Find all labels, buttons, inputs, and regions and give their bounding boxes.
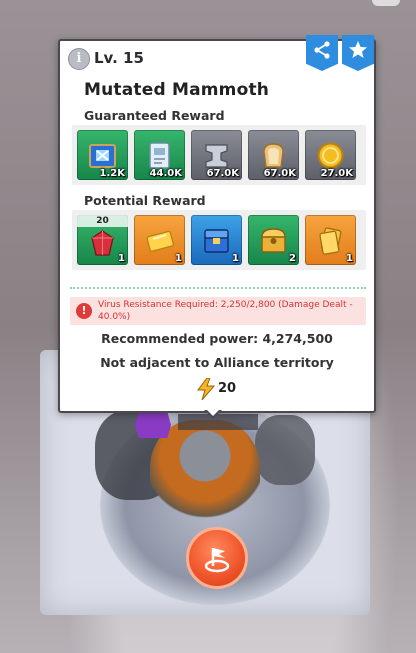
favorite-button[interactable]	[342, 35, 374, 71]
gold-coin-icon	[317, 142, 344, 169]
attack-march-button[interactable]	[186, 527, 248, 589]
monster-name: Mutated Mammoth	[84, 80, 270, 100]
reward-item[interactable]: 1	[134, 215, 185, 265]
popup-pointer-inner	[206, 409, 220, 416]
reward-item[interactable]: 67.0K	[248, 130, 299, 180]
virus-resistance-warning: ! Virus Resistance Required: 2,250/2,800…	[70, 297, 366, 325]
reward-item[interactable]: 20 1	[77, 215, 128, 265]
reward-level: 20	[77, 215, 128, 227]
reward-quantity: 1	[232, 253, 239, 264]
gold-card-stack-icon	[319, 227, 342, 255]
monster-info-popup: i Lv. 15 Mutated Mammoth Guaranteed Rewa…	[58, 35, 376, 413]
reward-quantity: 27.0K	[320, 168, 353, 179]
iron-ingot-icon	[205, 144, 228, 168]
alert-icon: !	[76, 303, 92, 319]
bread-icon	[263, 143, 284, 168]
reward-item[interactable]: 44.0K	[134, 130, 185, 180]
blue-chest-icon	[204, 229, 229, 253]
manual-book-icon	[149, 142, 170, 169]
reward-quantity: 67.0K	[206, 168, 239, 179]
share-button[interactable]	[306, 35, 338, 71]
reward-item[interactable]: 2	[248, 215, 299, 265]
reward-item[interactable]: 1	[305, 215, 356, 265]
reward-quantity: 1	[175, 253, 182, 264]
reward-quantity: 44.0K	[149, 168, 182, 179]
blue-chip-crate-icon	[89, 144, 116, 168]
reward-quantity: 1	[118, 253, 125, 264]
mutated-mammoth-model[interactable]	[150, 420, 260, 540]
territory-note: Not adjacent to Alliance territory	[100, 355, 334, 370]
map-marker-badge	[372, 0, 400, 6]
stamina-value: 20	[218, 381, 237, 396]
reward-quantity: 1.2K	[99, 168, 125, 179]
gold-chest-icon	[261, 228, 286, 253]
info-icon[interactable]: i	[68, 48, 90, 70]
reward-item[interactable]: 27.0K	[305, 130, 356, 180]
monster-level: Lv. 15	[94, 49, 144, 67]
level-badge	[135, 412, 171, 438]
lightning-bolt-icon	[197, 378, 216, 400]
recommended-power: Recommended power: 4,274,500	[101, 331, 333, 346]
guaranteed-reward-row: 1.2K 44.0K 67.0K 67.0K 27.0K	[72, 125, 366, 185]
star-icon	[349, 41, 367, 58]
reward-item[interactable]: 1	[191, 215, 242, 265]
mammoth-rear	[255, 415, 315, 485]
red-crystal-icon	[91, 230, 114, 256]
reward-quantity: 1	[346, 253, 353, 264]
reward-quantity: 67.0K	[263, 168, 296, 179]
potential-reward-label: Potential Reward	[84, 193, 206, 208]
potential-reward-row: 20 1 1 1 2 1	[72, 210, 366, 270]
warning-text: Virus Resistance Required: 2,250/2,800 (…	[98, 300, 353, 322]
reward-item[interactable]: 1.2K	[77, 130, 128, 180]
reward-quantity: 2	[289, 253, 296, 264]
gold-ticket-icon	[146, 230, 174, 252]
divider	[70, 287, 366, 289]
guaranteed-reward-label: Guaranteed Reward	[84, 108, 225, 123]
share-icon	[314, 41, 330, 59]
reward-item[interactable]: 67.0K	[191, 130, 242, 180]
flag-target-icon	[204, 548, 230, 573]
stamina-cost: 20	[196, 378, 256, 400]
